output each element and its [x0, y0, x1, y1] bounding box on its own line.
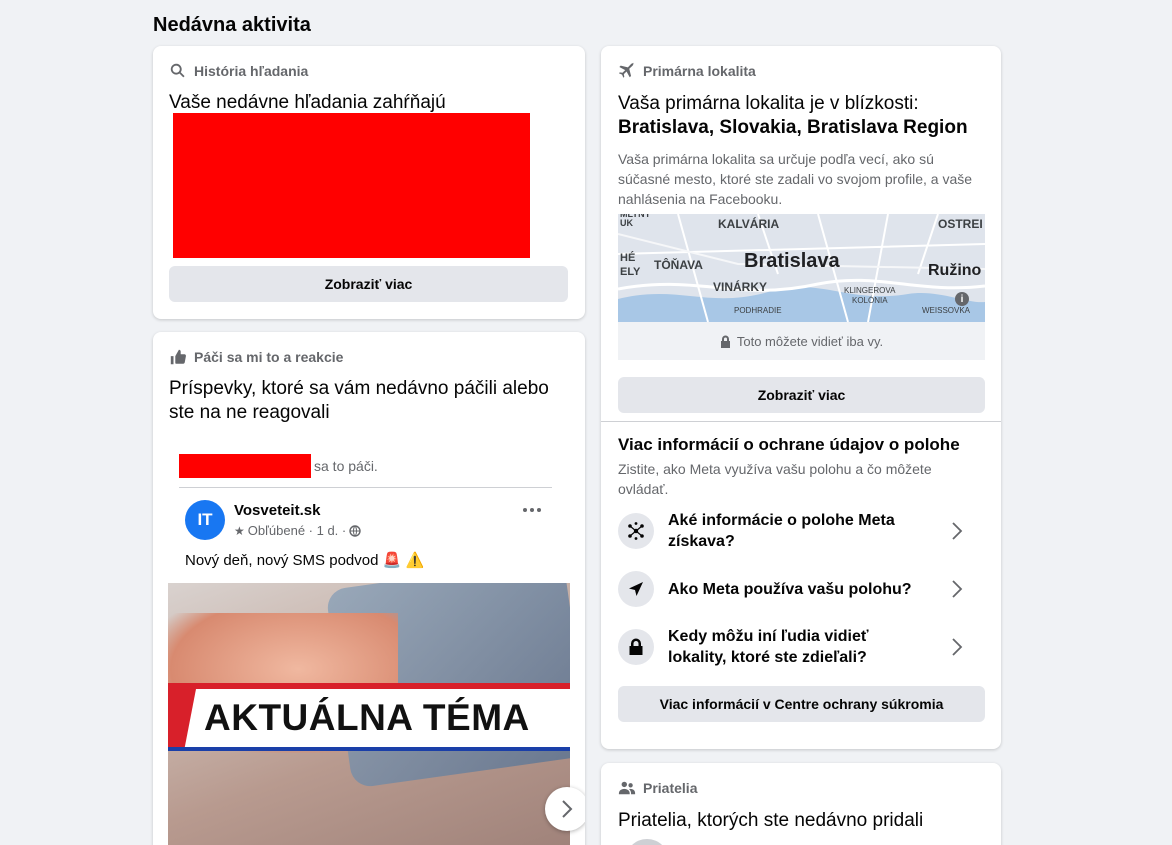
likes-header: Páči sa mi to a reakcie	[169, 348, 343, 366]
star-icon: ★	[234, 523, 245, 538]
search-show-more-button[interactable]: Zobraziť viac	[169, 266, 568, 302]
info-row-location-use[interactable]: Ako Meta používa vašu polohu?	[618, 561, 984, 617]
likes-text: Príspevky, ktoré sa vám nedávno páčili a…	[169, 378, 549, 423]
map-label-ely: ELY	[620, 266, 641, 278]
search-history-header: História hľadania	[169, 62, 308, 80]
friends-icon	[618, 781, 636, 795]
liked-suffix: sa to páči.	[314, 458, 378, 474]
likes-header-label: Páči sa mi to a reakcie	[194, 349, 344, 365]
location-header-label: Primárna lokalita	[643, 63, 756, 79]
post-avatar[interactable]: IT	[185, 500, 225, 540]
friends-header-label: Priatelia	[643, 780, 698, 796]
map-label-ostre: OSTREI	[938, 217, 983, 231]
chevron-right-icon	[952, 522, 963, 540]
map-label-klingerova: KLINGEROVA	[844, 286, 896, 295]
location-intro: Vaša primárna lokalita je v blízkosti:	[618, 93, 919, 114]
search-history-header-label: História hľadania	[194, 63, 309, 79]
more-info-title: Viac informácií o ochrane údajov o poloh…	[618, 435, 960, 454]
friend-avatar[interactable]	[625, 839, 669, 845]
location-show-more-button[interactable]: Zobraziť viac	[618, 377, 985, 413]
divider	[601, 421, 1001, 422]
info-row-location-visibility[interactable]: Kedy môžu iní ľudia vidieť lokality, kto…	[618, 619, 984, 675]
redacted-search-terms	[173, 113, 530, 258]
map-label-ruzino: Ružino	[928, 262, 982, 279]
post-text: Nový deň, nový SMS podvod 🚨 ⚠️	[185, 552, 425, 569]
location-header: Primárna lokalita	[618, 62, 756, 80]
post-meta-text: Obľúbené · 1 d. ·	[247, 523, 347, 538]
map-label-weissova: WEISSOVKA	[922, 306, 971, 315]
map-label-bratislava: Bratislava	[744, 250, 840, 272]
location-place: Bratislava, Slovakia, Bratislava Region	[618, 117, 968, 138]
map-label-tonava: TÔŇAVA	[654, 258, 703, 272]
redacted-liker-name	[179, 454, 311, 478]
primary-location-card: Primárna lokalita Vaša primárna lokalita…	[601, 46, 1001, 749]
info-row-label: Kedy môžu iní ľudia vidieť lokality, kto…	[668, 628, 869, 666]
post-meta: ★ Obľúbené · 1 d. ·	[234, 523, 361, 538]
map-label-vinarky: VINÁRKY	[713, 280, 768, 294]
post-image[interactable]: AKTUÁLNA TÉMA	[168, 583, 570, 845]
chevron-right-icon	[562, 800, 573, 818]
location-description: Vaša primárna lokalita sa určuje podľa v…	[618, 151, 973, 207]
privacy-note-text: Toto môžete vidieť iba vy.	[736, 333, 884, 349]
info-row-location-data[interactable]: Aké informácie o polohe Meta získava?	[618, 503, 984, 559]
thumbs-up-icon	[170, 349, 186, 365]
globe-icon	[349, 524, 361, 537]
map-label-kalvaria: KALVÁRIA	[718, 217, 780, 231]
airplane-icon	[618, 62, 635, 78]
map-label-kolonia: KOLÓNIA	[852, 296, 888, 305]
search-icon	[170, 63, 185, 78]
search-history-card: História hľadania Vaše nedávne hľadania …	[153, 46, 585, 319]
lock-icon	[618, 629, 654, 665]
location-map[interactable]: MLYNY UK KALVÁRIA OSTREI HÉ ELY TÔŇAVA B…	[618, 214, 985, 322]
more-info-description: Zistite, ako Meta využíva vašu polohu a …	[618, 461, 932, 497]
info-row-label: Aké informácie o polohe Meta získava?	[668, 512, 895, 550]
info-row-label: Ako Meta používa vašu polohu?	[668, 580, 912, 598]
chevron-right-icon	[952, 638, 963, 656]
lock-small-icon	[720, 335, 730, 348]
map-label-mlyny: MLYNY UK	[620, 214, 651, 228]
friends-text: Priatelia, ktorých ste nedávno pridali	[618, 810, 924, 831]
privacy-center-button[interactable]: Viac informácií v Centre ochrany súkromi…	[618, 686, 985, 722]
privacy-note: Toto môžete vidieť iba vy.	[618, 322, 985, 360]
chevron-right-icon	[952, 580, 963, 598]
more-options-icon[interactable]	[523, 508, 541, 512]
carousel-next-button[interactable]	[545, 787, 585, 831]
map-label-podhradie: PODHRADIE	[734, 306, 782, 315]
friends-card: Priatelia Priatelia, ktorých ste nedávno…	[601, 763, 1001, 845]
friends-header: Priatelia	[618, 779, 697, 797]
network-icon	[618, 513, 654, 549]
navigation-arrow-icon	[618, 571, 654, 607]
post-author[interactable]: Vosveteit.sk	[234, 502, 320, 519]
search-history-text: Vaše nedávne hľadania zahŕňajú	[169, 92, 446, 113]
likes-reactions-card: Páči sa mi to a reakcie Príspevky, ktoré…	[153, 332, 585, 845]
divider	[179, 487, 552, 488]
banner-blue-stripe	[168, 747, 570, 751]
section-title: Nedávna aktivita	[153, 14, 311, 36]
image-banner: AKTUÁLNA TÉMA	[168, 689, 570, 747]
map-label-he: HÉ	[620, 252, 636, 264]
map-info-icon[interactable]: i	[955, 292, 969, 306]
